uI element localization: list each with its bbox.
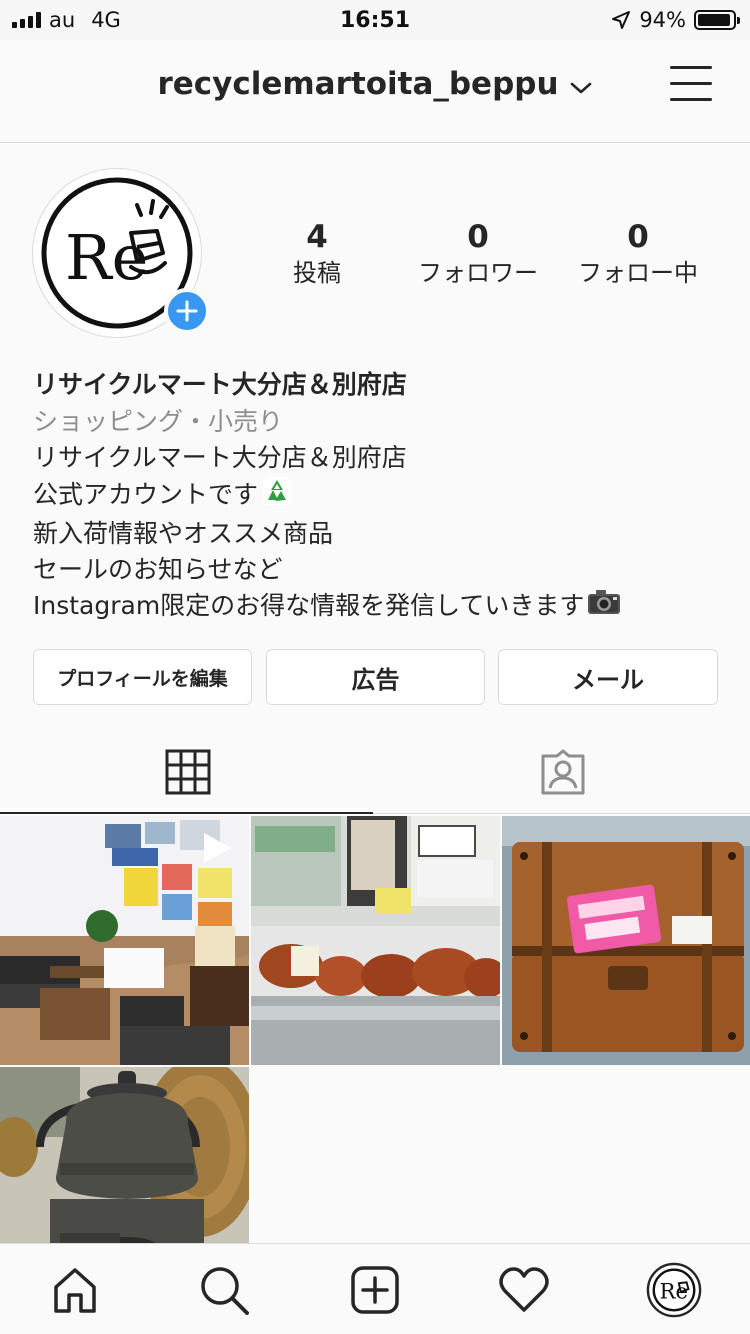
add-story-button[interactable]	[164, 288, 210, 334]
profile-header: recyclemartoita_beppu	[0, 40, 750, 143]
active-tab-indicator	[0, 812, 373, 814]
bottom-navigation: Re	[0, 1243, 750, 1334]
posts-count[interactable]: 4 投稿	[237, 218, 397, 290]
video-play-icon	[204, 833, 231, 863]
tagged-icon	[541, 749, 584, 795]
account-switcher[interactable]: recyclemartoita_beppu	[0, 66, 750, 104]
profile-avatar-icon: Re	[646, 1262, 702, 1318]
activity-heart-icon	[499, 1267, 549, 1312]
camera-emoji-icon	[586, 588, 622, 626]
new-post-icon	[351, 1266, 399, 1314]
home-icon	[54, 1268, 96, 1313]
location-arrow-icon	[612, 11, 631, 29]
post-trunk-chest-image	[502, 816, 750, 1065]
status-right: 94%	[611, 8, 740, 32]
status-bar: au 4G 16:51 94%	[0, 0, 750, 40]
chevron-down-icon	[569, 68, 593, 104]
profile-tabs	[0, 730, 750, 814]
nav-activity[interactable]	[496, 1262, 552, 1318]
tab-tagged[interactable]	[375, 730, 750, 814]
tab-grid[interactable]	[0, 730, 375, 814]
recycle-emoji-icon	[262, 476, 292, 516]
grid-icon	[165, 749, 210, 795]
nav-new-post[interactable]	[347, 1262, 403, 1318]
bio-line: リサイクルマート大分店＆別府店	[33, 443, 407, 472]
followers-count[interactable]: 0 フォロワー	[398, 218, 558, 290]
followers-count-label: フォロワー	[418, 259, 538, 287]
bio-line: 新入荷情報やオススメ商品	[33, 519, 334, 548]
followers-count-value: 0	[467, 219, 489, 255]
nav-search[interactable]	[196, 1262, 252, 1318]
following-count-label: フォロー中	[578, 259, 698, 287]
post-tile[interactable]	[502, 816, 750, 1065]
profile-display-name: リサイクルマート大分店＆別府店	[33, 370, 407, 399]
following-count[interactable]: 0 フォロー中	[558, 218, 718, 290]
following-count-value: 0	[627, 219, 649, 255]
battery-percent: 94%	[639, 8, 686, 32]
bio-line: Instagram限定のお得な情報を発信していきます	[33, 588, 723, 626]
bio-line: セールのお知らせなど	[33, 555, 283, 584]
profile-category: ショッピング・小売り	[33, 407, 284, 436]
plus-icon	[176, 300, 198, 322]
hamburger-menu-icon[interactable]	[670, 64, 714, 104]
nav-home[interactable]	[47, 1262, 103, 1318]
edit-profile-button[interactable]: プロフィールを編集	[33, 649, 252, 705]
username-label: recyclemartoita_beppu	[157, 66, 559, 102]
nav-profile[interactable]: Re	[646, 1262, 702, 1318]
bio-line-text: 公式アカウントです	[33, 480, 259, 509]
bio-line-text: Instagram限定のお得な情報を発信していきます	[33, 591, 585, 620]
promotions-button[interactable]: 広告	[266, 649, 485, 705]
battery-level	[698, 14, 730, 26]
avatar[interactable]: Re	[32, 168, 210, 340]
posts-count-value: 4	[306, 219, 328, 255]
bio-line: 公式アカウントです	[33, 476, 723, 516]
post-wooden-carvings-image	[251, 816, 500, 1065]
profile-bio: リサイクルマート大分店＆別府店 ショッピング・小売り リサイクルマート大分店＆別…	[33, 366, 723, 626]
post-tile[interactable]	[0, 816, 249, 1065]
battery-icon	[694, 10, 740, 30]
posts-count-label: 投稿	[293, 259, 341, 287]
search-icon	[201, 1267, 249, 1315]
post-tile[interactable]	[251, 816, 500, 1065]
email-button[interactable]: メール	[498, 649, 718, 705]
